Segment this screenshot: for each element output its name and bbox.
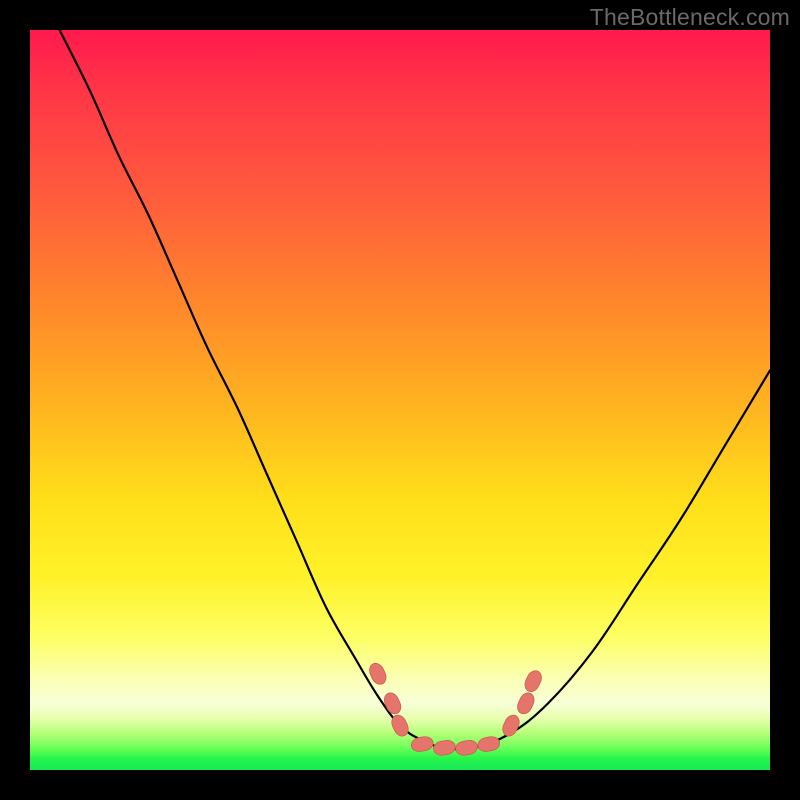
- marker-right-mid: [515, 690, 537, 716]
- marker-valley-b: [432, 739, 456, 757]
- marker-right-low: [500, 713, 522, 739]
- marker-valley-c: [455, 739, 479, 757]
- marker-left-mid: [382, 690, 404, 716]
- chart-svg: [30, 30, 770, 770]
- markers-group: [367, 661, 544, 757]
- chart-plot-area: [30, 30, 770, 770]
- marker-right-upper: [522, 668, 544, 694]
- chart-frame: TheBottleneck.com: [0, 0, 800, 800]
- watermark-text: TheBottleneck.com: [590, 4, 790, 31]
- marker-valley-d: [477, 735, 501, 753]
- bottleneck-curve: [60, 30, 770, 749]
- marker-valley-a: [410, 735, 434, 753]
